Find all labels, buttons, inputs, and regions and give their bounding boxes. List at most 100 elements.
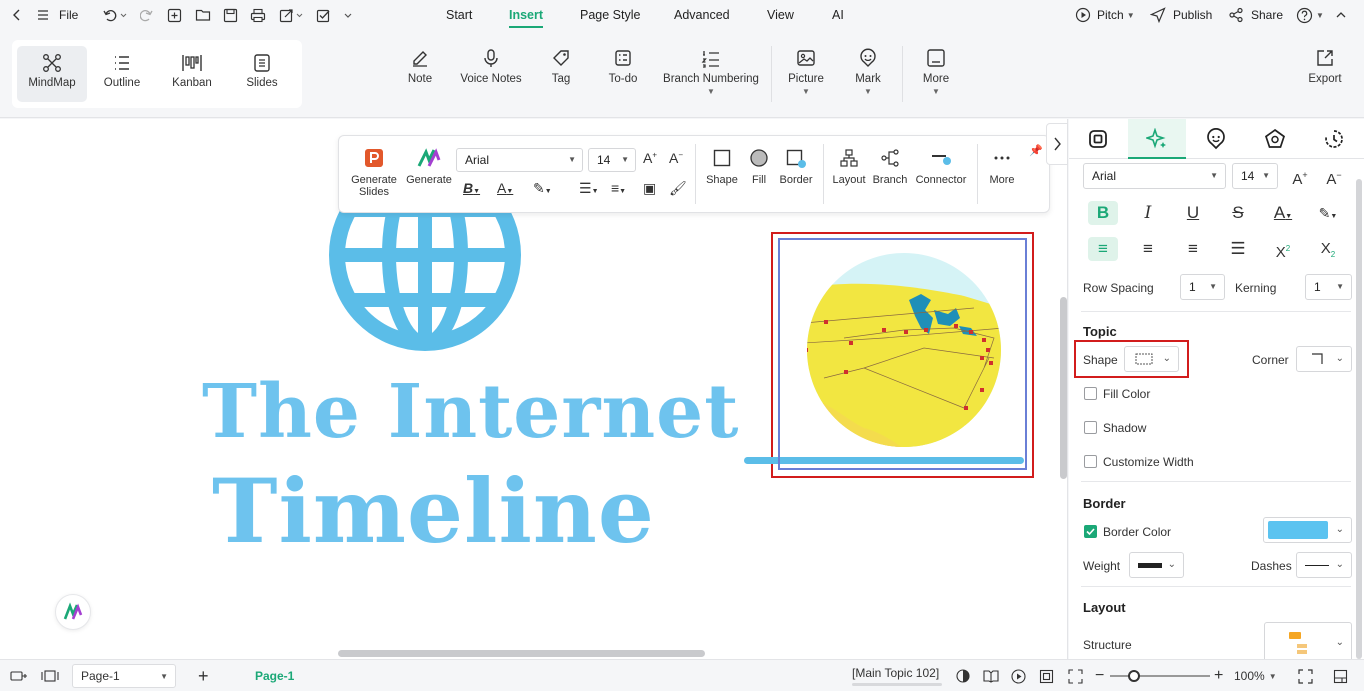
mark-button[interactable]: Mark ▼ xyxy=(852,40,884,110)
dashes-select[interactable]: ⌄ xyxy=(1296,552,1352,578)
file-menu[interactable]: File xyxy=(59,0,78,30)
panel-subscript-icon[interactable]: X2 xyxy=(1313,237,1343,261)
tab-page-style[interactable]: Page Style xyxy=(580,0,640,30)
panel-size-select[interactable]: 14 ▼ xyxy=(1232,163,1278,189)
task-check-icon[interactable] xyxy=(316,0,331,30)
connector-button[interactable]: Connector xyxy=(911,148,971,186)
customize-width-checkbox[interactable] xyxy=(1084,455,1097,468)
border-color-picker[interactable]: ⌄ xyxy=(1263,517,1352,543)
layout-button[interactable]: Layout xyxy=(829,148,869,186)
tab-insert[interactable]: Insert xyxy=(509,0,544,30)
more-chevron-icon[interactable] xyxy=(343,0,353,30)
main-title-line-2[interactable]: Timeline xyxy=(212,459,655,563)
zoom-out-icon[interactable]: − xyxy=(1095,660,1104,691)
panel-highlight-icon[interactable]: ✎▼ xyxy=(1313,201,1343,225)
fullscreen-icon[interactable] xyxy=(1298,660,1313,691)
view-mindmap[interactable]: MindMap xyxy=(17,46,87,102)
picture-button[interactable]: Picture ▼ xyxy=(786,40,826,110)
corner-select[interactable]: ⌄ xyxy=(1296,346,1352,372)
panel-align-left-icon[interactable]: ≡ xyxy=(1088,237,1118,261)
zoom-in-icon[interactable]: + xyxy=(1214,660,1223,691)
panel-align-center-icon[interactable]: ≡ xyxy=(1133,237,1163,261)
page-list-icon[interactable] xyxy=(10,660,28,691)
fill-color-checkbox[interactable] xyxy=(1084,387,1097,400)
highlight-icon[interactable]: ✎▼ xyxy=(533,180,552,197)
note-button[interactable]: Note xyxy=(400,40,440,110)
shape-select[interactable]: ⌄ xyxy=(1124,346,1179,372)
panel-layout-icon[interactable] xyxy=(1333,660,1348,691)
align-icon[interactable]: ≡▼ xyxy=(611,180,626,196)
generate-slides-button[interactable]: Generate Slides xyxy=(349,148,399,198)
open-folder-icon[interactable] xyxy=(195,0,211,30)
book-view-icon[interactable] xyxy=(983,660,999,691)
kerning-select[interactable]: 1 ▼ xyxy=(1305,274,1352,300)
generate-button[interactable]: Generate xyxy=(405,148,453,186)
border-color-checkbox[interactable] xyxy=(1084,525,1097,538)
panel-tab-style[interactable] xyxy=(1069,119,1127,159)
increase-font-icon[interactable]: A+ xyxy=(643,150,657,166)
slideshow-icon[interactable] xyxy=(1011,660,1026,691)
structure-select[interactable]: ⌄ xyxy=(1264,622,1352,662)
page-thumbnails-icon[interactable] xyxy=(41,660,59,691)
pin-icon[interactable]: 📌 xyxy=(1029,144,1043,157)
tab-advanced[interactable]: Advanced xyxy=(674,0,730,30)
panel-superscript-icon[interactable]: X2 xyxy=(1268,237,1298,261)
panel-decrease-font-icon[interactable]: A− xyxy=(1319,163,1349,188)
back-icon[interactable] xyxy=(10,0,24,30)
tab-ai[interactable]: AI xyxy=(832,0,844,30)
decrease-font-icon[interactable]: A− xyxy=(669,150,683,166)
export-file-icon[interactable] xyxy=(279,0,305,30)
border-button[interactable]: Border xyxy=(777,148,815,186)
bold-icon[interactable]: B▼ xyxy=(463,180,480,196)
toolbar-more-button[interactable]: More xyxy=(985,148,1019,186)
panel-bold-icon[interactable]: B xyxy=(1088,201,1118,225)
view-kanban[interactable]: Kanban xyxy=(157,46,227,102)
format-painter-icon[interactable]: 🖌 xyxy=(669,180,687,197)
panel-justify-icon[interactable]: ☰ xyxy=(1223,237,1253,261)
undo-icon[interactable] xyxy=(102,0,128,30)
numbered-list-format-icon[interactable]: ☰▼ xyxy=(579,180,599,197)
fit-width-icon[interactable] xyxy=(1068,660,1083,691)
panel-tab-ai[interactable] xyxy=(1128,119,1186,159)
panel-tab-theme[interactable] xyxy=(1246,119,1304,159)
panel-font-color-icon[interactable]: A▼ xyxy=(1268,201,1298,225)
font-color-icon[interactable]: A▼ xyxy=(497,180,513,196)
panel-align-right-icon[interactable]: ≡ xyxy=(1178,237,1208,261)
print-icon[interactable] xyxy=(250,0,266,30)
publish-button[interactable]: Publish xyxy=(1150,0,1212,30)
voice-notes-button[interactable]: Voice Notes xyxy=(458,40,524,110)
theme-icon[interactable] xyxy=(956,660,970,691)
ai-assistant-button[interactable] xyxy=(55,594,91,630)
more-button[interactable]: More ▼ xyxy=(918,40,954,110)
branch-button[interactable]: Branch xyxy=(871,148,909,186)
hamburger-icon[interactable] xyxy=(36,0,50,30)
panel-tab-mark[interactable] xyxy=(1187,119,1245,159)
redo-icon[interactable] xyxy=(140,0,154,30)
export-button[interactable]: Export xyxy=(1304,40,1346,110)
tab-start[interactable]: Start xyxy=(446,0,472,30)
panel-increase-font-icon[interactable]: A+ xyxy=(1285,163,1315,188)
fill-button[interactable]: Fill xyxy=(743,148,775,186)
mindmap-canvas[interactable]: The Internet Timeline Generate Slides Ge… xyxy=(0,119,1068,659)
panel-font-select[interactable]: Arial ▼ xyxy=(1083,163,1226,189)
panel-toggle-button[interactable] xyxy=(1046,123,1068,165)
view-slides[interactable]: Slides xyxy=(227,46,297,102)
font-family-select[interactable]: Arial ▼ xyxy=(456,148,583,172)
panel-tab-history[interactable] xyxy=(1305,119,1363,159)
save-icon[interactable] xyxy=(223,0,238,30)
add-page-icon[interactable]: + xyxy=(198,660,209,691)
font-size-select[interactable]: 14 ▼ xyxy=(588,148,636,172)
zoom-slider[interactable] xyxy=(1110,660,1210,691)
shadow-checkbox[interactable] xyxy=(1084,421,1097,434)
page-tab-active[interactable]: Page-1 xyxy=(255,660,294,691)
row-spacing-select[interactable]: 1 ▼ xyxy=(1180,274,1225,300)
panel-underline-icon[interactable]: U xyxy=(1178,201,1208,225)
shape-button[interactable]: Shape xyxy=(703,148,741,186)
page-select[interactable]: Page-1 ▼ xyxy=(72,664,176,688)
vertical-scrollbar[interactable] xyxy=(1060,297,1067,479)
share-button[interactable]: Share xyxy=(1228,0,1283,30)
view-outline[interactable]: Outline xyxy=(87,46,157,102)
fit-page-icon[interactable] xyxy=(1039,660,1054,691)
collapse-up-icon[interactable] xyxy=(1335,0,1347,30)
new-file-icon[interactable] xyxy=(167,0,182,30)
